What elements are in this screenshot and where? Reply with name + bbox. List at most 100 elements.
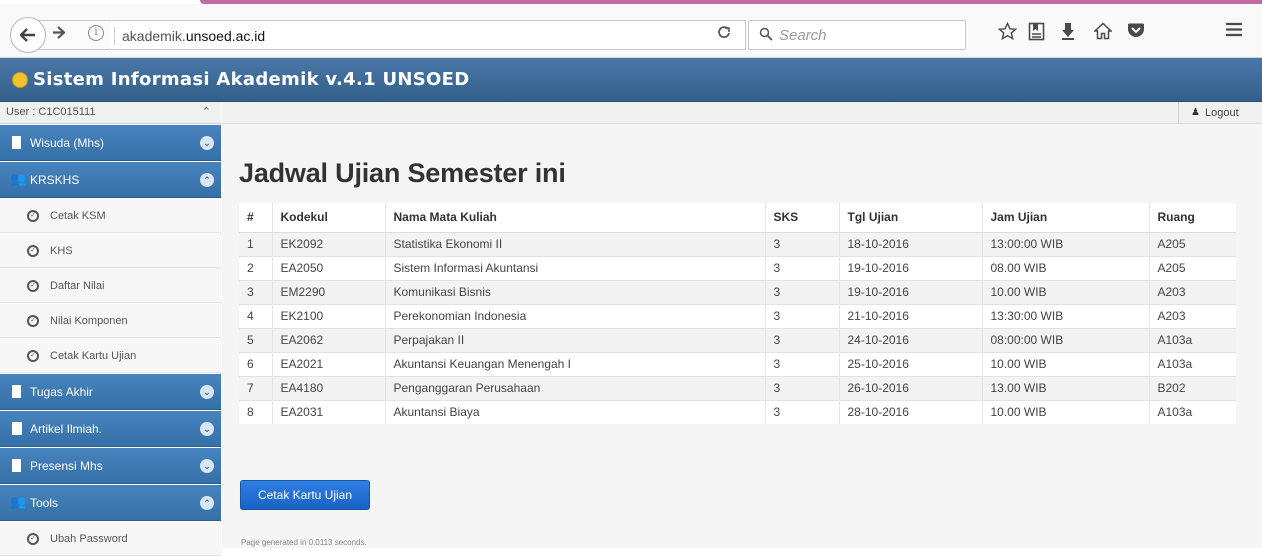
table-cell: 08:00:00 WIB xyxy=(982,327,1150,352)
chevron-down-icon[interactable]: ⌄ xyxy=(200,385,214,399)
table-cell: 19-10-2016 xyxy=(839,255,983,280)
table-cell: A205 xyxy=(1149,231,1236,256)
bookmark-icon xyxy=(12,136,21,149)
url-text: akademik.unsoed.ac.id xyxy=(122,28,265,44)
sidebar-item-label: Artikel Ilmiah. xyxy=(30,422,103,436)
sidebar-subitem-daftar-nilai[interactable]: ✓ Daftar Nilai xyxy=(0,269,221,303)
reload-icon xyxy=(718,26,730,38)
back-button[interactable] xyxy=(10,17,46,53)
table-row: 3 EM2290 Komunikasi Bisnis 3 19-10-2016 10.00… xyxy=(239,279,1236,304)
app-logo-icon xyxy=(12,72,28,88)
table-cell: 3 xyxy=(765,351,840,376)
chevron-up-icon[interactable]: ⌃ xyxy=(200,496,214,510)
table-header-cell: Ruang xyxy=(1149,203,1236,233)
search-input[interactable]: Search xyxy=(748,20,966,50)
table-cell: 26-10-2016 xyxy=(839,375,983,400)
user-icon: ♟ xyxy=(1191,107,1200,118)
print-exam-card-button[interactable]: Cetak Kartu Ujian xyxy=(240,480,370,510)
table-cell: 7 xyxy=(239,375,273,400)
table-cell: 3 xyxy=(765,327,840,352)
page-title: Jadwal Ujian Semester ini xyxy=(239,158,566,188)
table-cell: Perekonomian Indonesia xyxy=(385,303,766,328)
bookmark-icon xyxy=(12,385,21,398)
logout-label: Logout xyxy=(1205,107,1239,119)
table-cell: 4 xyxy=(239,303,273,328)
table-cell: A103a xyxy=(1149,351,1236,376)
chevron-down-icon[interactable]: ⌄ xyxy=(200,136,214,150)
sidebar-item-tugas-akhir[interactable]: Tugas Akhir ⌄ xyxy=(0,374,221,410)
home-icon[interactable] xyxy=(1094,22,1112,40)
bookmark-star-icon[interactable] xyxy=(998,22,1017,41)
check-circle-icon: ✓ xyxy=(27,350,39,362)
reload-button[interactable] xyxy=(717,24,731,44)
menu-hamburger-icon[interactable] xyxy=(1225,22,1243,37)
table-cell: Akuntansi Biaya xyxy=(385,399,766,424)
chevron-down-icon[interactable]: ⌄ xyxy=(200,422,214,436)
table-cell: Perpajakan II xyxy=(385,327,766,352)
table-cell: A205 xyxy=(1149,255,1236,280)
bookmark-icon xyxy=(12,459,21,472)
table-row: 5 EA2062 Perpajakan II 3 24-10-2016 08:00:00 … xyxy=(239,327,1236,352)
exam-schedule-table: # Kodekul Nama Mata Kuliah SKS Tgl Ujian Jam … xyxy=(239,203,1236,424)
document-icon xyxy=(12,422,22,435)
table-cell: 24-10-2016 xyxy=(839,327,983,352)
table-cell: EA2021 xyxy=(272,351,386,376)
table-cell: EK2100 xyxy=(272,303,386,328)
sidebar-item-krskhs[interactable]: 👥 KRSKHS ⌃ xyxy=(0,162,221,198)
sidebar-item-label: Tools xyxy=(30,496,59,510)
table-cell: EA2062 xyxy=(272,327,386,352)
table-cell: 3 xyxy=(765,399,840,424)
table-row: 7 EA4180 Penganggaran Perusahaan 3 26-10-201… xyxy=(239,375,1236,400)
sidebar-subitem-khs[interactable]: ✓ KHS xyxy=(0,234,221,268)
sidebar-item-tools[interactable]: 👥 Tools ⌃ xyxy=(0,485,221,521)
table-cell: 25-10-2016 xyxy=(839,351,983,376)
table-cell: 13.00 WIB xyxy=(982,375,1150,400)
sidebar-subitem-cetak-kartu-ujian[interactable]: ✓ Cetak Kartu Ujian xyxy=(0,339,221,373)
table-cell: 8 xyxy=(239,399,273,424)
download-icon[interactable] xyxy=(1061,22,1075,40)
chevron-down-icon[interactable]: ⌄ xyxy=(200,459,214,473)
table-row: 4 EK2100 Perekonomian Indonesia 3 21-10-2016… xyxy=(239,303,1236,328)
site-info-icon[interactable]: i xyxy=(88,25,104,41)
sidebar-subitem-nilai-komponen[interactable]: ✓ Nilai Komponen xyxy=(0,304,221,338)
top-strip: ♟ Logout xyxy=(222,102,1262,124)
sidebar-item-presensi-mhs[interactable]: Presensi Mhs ⌄ xyxy=(0,448,221,484)
table-header-cell: Nama Mata Kuliah xyxy=(385,203,766,233)
address-bar[interactable]: akademik.unsoed.ac.id xyxy=(110,20,746,50)
chevron-up-icon[interactable]: ⌃ xyxy=(202,105,211,118)
table-row: 8 EA2031 Akuntansi Biaya 3 28-10-2016 10.00 W… xyxy=(239,399,1236,424)
sidebar-item-wisuda[interactable]: Wisuda (Mhs) ⌄ xyxy=(0,125,221,161)
sidebar-item-label: KRSKHS xyxy=(30,173,80,187)
sidebar-subitem-ubah-password[interactable]: ✓ Ubah Password xyxy=(0,522,221,556)
table-row: 2 EA2050 Sistem Informasi Akuntansi 3 19-10-… xyxy=(239,255,1236,280)
logout-button[interactable]: ♟ Logout xyxy=(1178,102,1244,124)
check-circle-icon: ✓ xyxy=(27,315,39,327)
sidebar-subitem-label: Ubah Password xyxy=(50,533,128,545)
url-host: akademik. xyxy=(122,28,186,44)
chevron-up-icon[interactable]: ⌃ xyxy=(200,173,214,187)
table-cell: EA4180 xyxy=(272,375,386,400)
sidebar-subitem-label: Cetak Kartu Ujian xyxy=(50,350,137,362)
table-header-cell: Jam Ujian xyxy=(982,203,1150,233)
sidebar-item-label: Presensi Mhs xyxy=(30,459,103,473)
browser-chrome: i akademik.unsoed.ac.id Search xyxy=(0,0,1262,58)
user-row[interactable]: User : C1C015111 ⌃ xyxy=(0,102,221,124)
search-placeholder: Search xyxy=(779,27,827,44)
table-cell: 10.00 WIB xyxy=(982,351,1150,376)
sidebar-subitem-label: Daftar Nilai xyxy=(50,280,105,292)
check-circle-icon: ✓ xyxy=(27,210,39,222)
table-cell: 3 xyxy=(239,279,273,304)
sidebar-subitem-label: Nilai Komponen xyxy=(50,315,128,327)
table-body: 1 EK2092 Statistika Ekonomi II 3 18-10-2016 1… xyxy=(239,231,1236,424)
check-circle-icon: ✓ xyxy=(27,245,39,257)
table-cell: 3 xyxy=(765,375,840,400)
table-cell: Penganggaran Perusahaan xyxy=(385,375,766,400)
table-cell: Sistem Informasi Akuntansi xyxy=(385,255,766,280)
reading-list-icon[interactable] xyxy=(1028,22,1045,41)
sidebar-item-artikel-ilmiah[interactable]: Artikel Ilmiah. ⌄ xyxy=(0,411,221,447)
table-cell: A203 xyxy=(1149,279,1236,304)
sidebar-subitem-cetak-ksm[interactable]: ✓ Cetak KSM xyxy=(0,199,221,233)
sidebar: User : C1C015111 ⌃ Wisuda (Mhs) ⌄ 👥 KRSK… xyxy=(0,102,221,556)
forward-button[interactable] xyxy=(52,26,66,43)
pocket-icon[interactable] xyxy=(1127,22,1145,39)
